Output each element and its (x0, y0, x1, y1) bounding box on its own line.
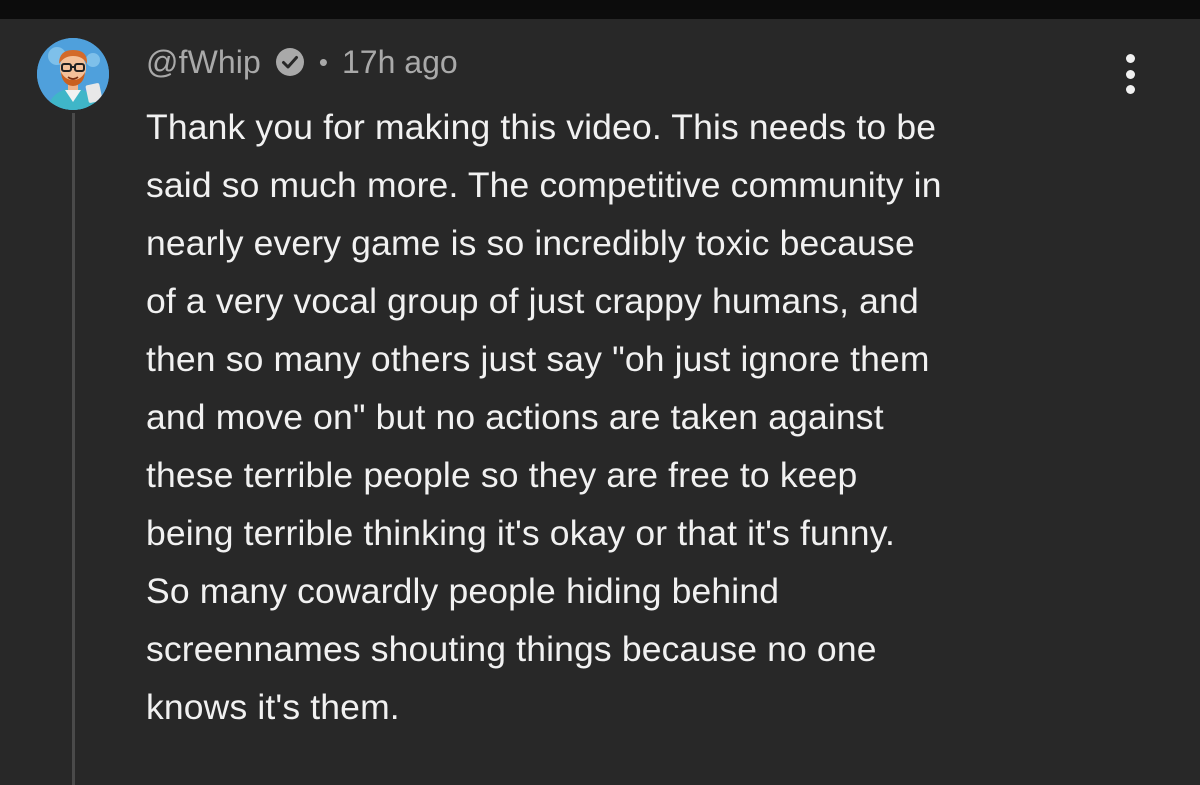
comment-line: of a very vocal group of just crappy hum… (146, 281, 919, 321)
comment-line: these terrible people so they are free t… (146, 455, 858, 495)
more-options-button[interactable] (1110, 50, 1150, 98)
more-vertical-icon (1125, 85, 1135, 94)
comment-line: nearly every game is so incredibly toxic… (146, 223, 915, 263)
more-vertical-icon (1125, 54, 1135, 63)
comment-line: said so much more. The competitive commu… (146, 165, 942, 205)
comment-header: @fWhip • 17h ago (146, 42, 458, 82)
separator-dot: • (318, 46, 328, 77)
more-vertical-icon (1125, 69, 1135, 79)
comment-line: screennames shouting things because no o… (146, 629, 877, 669)
comment-text: Thank you for making this video. This ne… (146, 98, 942, 736)
comment-line: being terrible thinking it's okay or tha… (146, 513, 895, 553)
reply-thread-line (72, 113, 75, 785)
comment-line: then so many others just say "oh just ig… (146, 339, 930, 379)
comment-line: Thank you for making this video. This ne… (146, 107, 937, 147)
comment-timestamp[interactable]: 17h ago (342, 44, 458, 81)
comment-line: knows it's them. (146, 687, 400, 727)
comment-line: So many cowardly people hiding behind (146, 571, 780, 611)
avatar[interactable] (37, 38, 109, 110)
author-name[interactable]: @fWhip (146, 44, 261, 81)
cartoon-avatar-icon (37, 38, 109, 110)
comment-screen: @fWhip • 17h ago Thank you for making th… (0, 0, 1200, 785)
verified-check-icon (275, 47, 305, 77)
top-bar (0, 0, 1200, 19)
comment-line: and move on" but no actions are taken ag… (146, 397, 884, 437)
